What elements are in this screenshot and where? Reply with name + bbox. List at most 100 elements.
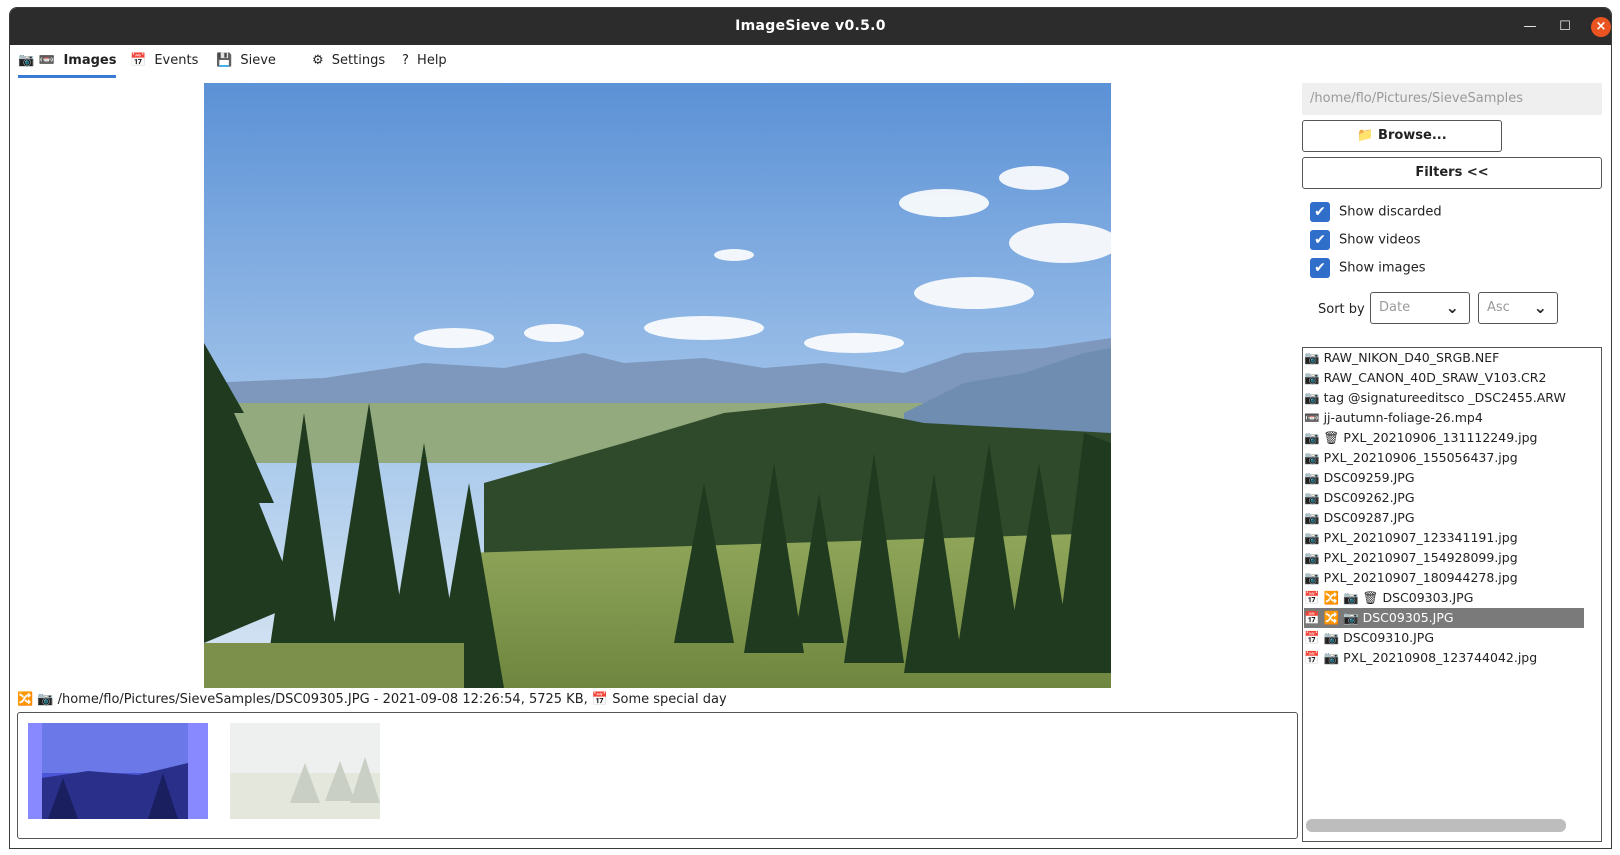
file-name: DSC09303.JPG (1382, 590, 1474, 605)
file-type-icons: 📷 (1304, 390, 1320, 405)
tab-sieve[interactable]: 💾 Sieve (216, 53, 276, 77)
file-name: DSC09310.JPG (1343, 630, 1435, 645)
file-name: PXL_20210908_123744042.jpg (1343, 650, 1538, 665)
list-item[interactable]: 📅 📷 DSC09310.JPG (1304, 628, 1584, 648)
file-name: PXL_20210907_123341191.jpg (1323, 530, 1518, 545)
list-item[interactable]: 📼 jj-autumn-foliage-26.mp4 (1304, 408, 1584, 428)
thumbnail-selected[interactable] (28, 723, 208, 819)
close-button[interactable]: × (1591, 17, 1611, 37)
floppy-disk-icon: 💾 (216, 53, 233, 68)
file-type-icons: 📼 (1304, 410, 1320, 425)
file-type-icons: 📷 (1304, 370, 1320, 385)
title-bar[interactable]: ImageSieve v0.5.0 — ☐ × (10, 8, 1611, 45)
browse-label: Browse... (1378, 128, 1447, 143)
list-item[interactable]: 📷 RAW_CANON_40D_SRAW_V103.CR2 (1304, 368, 1584, 388)
checkmark-icon: ✔ (1310, 230, 1330, 250)
file-list[interactable]: 📷 RAW_NIKON_D40_SRGB.NEF 📷 RAW_CANON_40D… (1302, 347, 1602, 842)
list-item[interactable]: 📷 DSC09262.JPG (1304, 488, 1584, 508)
file-type-icons: 📅 📷 (1304, 650, 1340, 665)
list-item[interactable]: 📷 🗑 PXL_20210906_131112249.jpg (1304, 428, 1584, 448)
list-item[interactable]: 📷 RAW_NIKON_D40_SRGB.NEF (1304, 348, 1584, 368)
file-name: PXL_20210907_180944278.jpg (1323, 570, 1518, 585)
file-name: DSC09259.JPG (1323, 470, 1415, 485)
list-item[interactable]: 📷 PXL_20210907_180944278.jpg (1304, 568, 1584, 588)
calendar-icon: 📅 (130, 53, 147, 68)
list-item[interactable]: 📷 DSC09259.JPG (1304, 468, 1584, 488)
thumbnail-image (42, 723, 188, 819)
status-line: 🔀 📷 /home/flo/Pictures/SieveSamples/DSC0… (17, 692, 727, 707)
show-videos-checkbox[interactable]: ✔ Show videos (1310, 230, 1421, 250)
landscape-photo (204, 83, 1111, 688)
sort-field-select[interactable]: Date ⌄ (1370, 292, 1470, 324)
checkbox-label: Show videos (1339, 232, 1421, 248)
type-icons: 🔀 📷 (17, 692, 54, 707)
question-icon: ? (402, 53, 409, 68)
file-name: PXL_20210906_155056437.jpg (1323, 450, 1518, 465)
file-type-icons: 📷 (1304, 490, 1320, 505)
file-name: tag @signatureeditsco _DSC2455.ARW (1323, 390, 1566, 405)
file-name: DSC09262.JPG (1323, 490, 1415, 505)
file-name: DSC09305.JPG (1362, 610, 1454, 625)
tab-label: Images (63, 53, 117, 68)
checkbox-label: Show images (1339, 260, 1426, 276)
chevron-down-icon: ⌄ (1533, 298, 1547, 317)
file-type-icons: 📅 🔀 📷 (1304, 610, 1359, 625)
filters-toggle-button[interactable]: Filters << (1302, 157, 1602, 189)
file-type-icons: 📷 (1304, 550, 1320, 565)
minimize-button[interactable]: — (1520, 17, 1540, 37)
checkbox-label: Show discarded (1339, 204, 1442, 220)
list-item[interactable]: 📅 🔀 📷 🗑 DSC09303.JPG (1304, 588, 1584, 608)
browse-button[interactable]: 📁 Browse... (1302, 120, 1502, 152)
file-type-icons: 📅 🔀 📷 🗑 (1304, 590, 1379, 605)
folder-icon: 📁 (1357, 128, 1374, 143)
gear-icon: ⚙ (312, 53, 324, 68)
horizontal-scrollbar[interactable] (1306, 819, 1566, 832)
file-type-icons: 📷 (1304, 530, 1320, 545)
sort-by-label: Sort by (1318, 302, 1365, 317)
tab-label: Events (154, 53, 199, 68)
file-type-icons: 📷 (1304, 450, 1320, 465)
file-name: PXL_20210906_131112249.jpg (1343, 430, 1538, 445)
list-item-selected[interactable]: 📅 🔀 📷 DSC09305.JPG (1304, 608, 1584, 628)
file-info: /home/flo/Pictures/SieveSamples/DSC09305… (57, 692, 588, 707)
file-type-icons: 📷 (1304, 350, 1320, 365)
tab-settings[interactable]: ⚙ Settings (312, 53, 385, 77)
file-name: PXL_20210907_154928099.jpg (1323, 550, 1518, 565)
folder-path-field[interactable]: /home/flo/Pictures/SieveSamples (1302, 83, 1602, 115)
maximize-button[interactable]: ☐ (1555, 17, 1575, 37)
tab-label: Help (417, 53, 447, 68)
file-name: jj-autumn-foliage-26.mp4 (1323, 410, 1483, 425)
sort-order-select[interactable]: Asc ⌄ (1478, 292, 1558, 324)
list-item[interactable]: 📷 DSC09287.JPG (1304, 508, 1584, 528)
tab-label: Settings (331, 53, 386, 68)
tab-help[interactable]: ? Help (402, 53, 447, 77)
image-preview[interactable] (204, 83, 1111, 688)
tab-images[interactable]: 📷 📼 Images (18, 53, 117, 78)
chevron-down-icon: ⌄ (1445, 298, 1459, 317)
window-title: ImageSieve v0.5.0 (735, 18, 886, 34)
show-discarded-checkbox[interactable]: ✔ Show discarded (1310, 202, 1442, 222)
list-item[interactable]: 📷 PXL_20210906_155056437.jpg (1304, 448, 1584, 468)
thumbnail[interactable] (230, 723, 380, 819)
checkmark-icon: ✔ (1310, 258, 1330, 278)
tab-events[interactable]: 📅 Events (130, 53, 198, 77)
file-name: RAW_CANON_40D_SRAW_V103.CR2 (1323, 370, 1547, 385)
file-name: DSC09287.JPG (1323, 510, 1415, 525)
sort-order-value: Asc (1487, 300, 1510, 315)
file-type-icons: 📅 📷 (1304, 630, 1340, 645)
show-images-checkbox[interactable]: ✔ Show images (1310, 258, 1425, 278)
calendar-icon: 📅 (591, 692, 609, 707)
file-name: RAW_NIKON_D40_SRGB.NEF (1323, 350, 1500, 365)
checkmark-icon: ✔ (1310, 202, 1330, 222)
file-type-icons: 📷 (1304, 470, 1320, 485)
thumbnail-image (230, 723, 380, 819)
file-type-icons: 📷 🗑 (1304, 430, 1340, 445)
list-item[interactable]: 📷 PXL_20210907_123341191.jpg (1304, 528, 1584, 548)
thumbnail-strip (17, 712, 1298, 839)
list-item[interactable]: 📷 PXL_20210907_154928099.jpg (1304, 548, 1584, 568)
list-item[interactable]: 📷 tag @signatureeditsco _DSC2455.ARW (1304, 388, 1584, 408)
tab-label: Sieve (240, 53, 276, 68)
list-item[interactable]: 📅 📷 PXL_20210908_123744042.jpg (1304, 648, 1584, 668)
event-name: Some special day (612, 692, 727, 707)
file-type-icons: 📷 (1304, 510, 1320, 525)
